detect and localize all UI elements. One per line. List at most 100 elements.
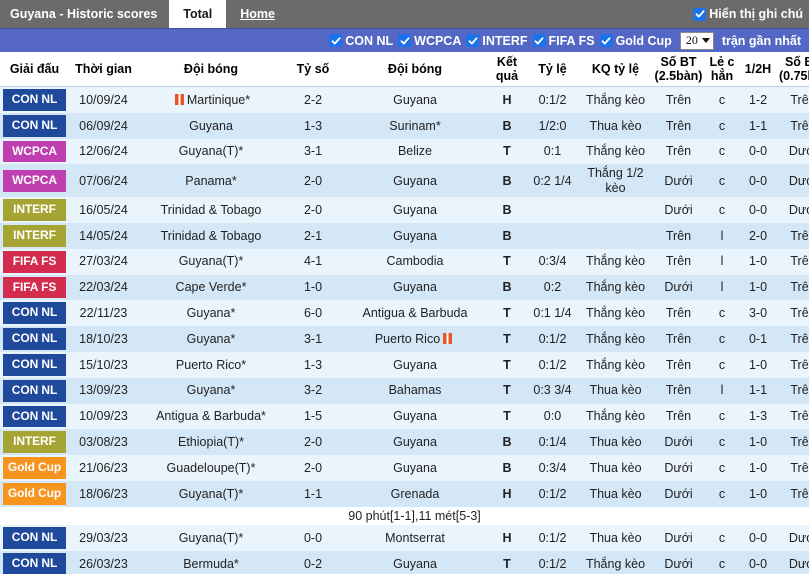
away-team-cell[interactable]: Grenada — [342, 480, 488, 507]
league-cell[interactable]: INTERF — [0, 222, 69, 249]
table-row[interactable]: INTERF 03/08/23 Ethiopia(T)* 2-0 Guyana B 0:1/… — [0, 429, 809, 456]
away-team-cell[interactable]: Cambodia — [342, 248, 488, 275]
filter-wcpca[interactable]: WCPCA — [398, 34, 461, 48]
home-team-cell[interactable]: Guyana(T)* — [138, 248, 284, 275]
away-team-cell[interactable]: Montserrat — [342, 525, 488, 551]
league-cell[interactable]: CON NL — [0, 351, 69, 378]
home-team-cell[interactable]: Guyana* — [138, 377, 284, 404]
column-header-0[interactable]: Giải đấu — [0, 52, 69, 87]
table-row[interactable]: CON NL 06/09/24 Guyana 1-3 Surinam* B 1/2:0 Thu… — [0, 112, 809, 139]
checkbox-checked-icon[interactable] — [532, 34, 546, 47]
away-team-cell[interactable]: Guyana — [342, 550, 488, 574]
league-cell[interactable]: INTERF — [0, 429, 69, 456]
away-team-cell[interactable]: Guyana — [342, 403, 488, 430]
league-cell[interactable]: CON NL — [0, 403, 69, 430]
table-row[interactable]: CON NL 22/11/23 Guyana* 6-0 Antigua & Barbud… — [0, 300, 809, 327]
column-header-2[interactable]: Đội bóng — [138, 52, 284, 87]
tab-total[interactable]: Total — [169, 0, 227, 28]
league-cell[interactable]: CON NL — [0, 86, 69, 113]
away-team-cell[interactable]: Guyana — [342, 429, 488, 456]
column-header-7[interactable]: KQ tỷ lệ — [579, 52, 652, 87]
table-row[interactable]: INTERF 16/05/24 Trinidad & Tobago 2-0 Guyana… — [0, 197, 809, 223]
home-team-cell[interactable]: Guyana* — [138, 300, 284, 327]
away-team-cell[interactable]: Bahamas — [342, 377, 488, 404]
table-row[interactable]: CON NL 10/09/24 Martinique* 2-2 Guyana H 0:1/2… — [0, 86, 809, 113]
away-team-cell[interactable]: Guyana — [342, 197, 488, 223]
home-team-cell[interactable]: Cape Verde* — [138, 274, 284, 301]
home-team-cell[interactable]: Trinidad & Tobago — [138, 197, 284, 223]
league-cell[interactable]: CON NL — [0, 326, 69, 352]
home-team-cell[interactable]: Guyana(T)* — [138, 480, 284, 507]
home-team-cell[interactable]: Ethiopia(T)* — [138, 429, 284, 456]
table-row[interactable]: CON NL 26/03/23 Bermuda* 0-2 Guyana T 0:1/2 Thắ… — [0, 550, 809, 574]
away-team-cell[interactable]: Guyana — [342, 455, 488, 481]
league-cell[interactable]: CON NL — [0, 550, 69, 574]
checkbox-checked-icon[interactable] — [466, 34, 480, 47]
home-team-cell[interactable]: Trinidad & Tobago — [138, 222, 284, 249]
table-row[interactable]: FIFA FS 22/03/24 Cape Verde* 1-0 Guyana B 0:2 T… — [0, 274, 809, 301]
over-under-25-cell: Trên — [652, 351, 705, 378]
table-row[interactable]: Gold Cup 21/06/23 Guadeloupe(T)* 2-0 Guyana B… — [0, 455, 809, 481]
column-header-4[interactable]: Đội bóng — [342, 52, 488, 87]
column-header-8[interactable]: Số BT (2.5bàn) — [652, 52, 705, 87]
home-team-cell[interactable]: Guyana(T)* — [138, 138, 284, 165]
home-team-cell[interactable]: Bermuda* — [138, 550, 284, 574]
away-team-cell[interactable]: Surinam* — [342, 112, 488, 139]
column-header-10[interactable]: 1/2H — [739, 52, 777, 87]
column-header-9[interactable]: Lẻ c hẳn — [705, 52, 739, 87]
league-cell[interactable]: Gold Cup — [0, 455, 69, 481]
filter-interf[interactable]: INTERF — [466, 34, 528, 48]
home-team-cell[interactable]: Guyana* — [138, 326, 284, 352]
league-cell[interactable]: FIFA FS — [0, 248, 69, 275]
table-row[interactable]: CON NL 10/09/23 Antigua & Barbuda* 1-5 Guyan… — [0, 403, 809, 430]
column-header-6[interactable]: Tỷ lệ — [526, 52, 579, 87]
show-notes-toggle[interactable]: Hiển thị ghi chú — [693, 0, 809, 28]
filter-gold-cup[interactable]: Gold Cup — [599, 34, 672, 48]
league-cell[interactable]: WCPCA — [0, 164, 69, 198]
checkbox-checked-icon[interactable] — [398, 34, 412, 47]
away-team-cell[interactable]: Guyana — [342, 274, 488, 301]
table-row[interactable]: INTERF 14/05/24 Trinidad & Tobago 2-1 Guyana… — [0, 222, 809, 249]
tab-home[interactable]: Home — [226, 0, 289, 28]
home-team-cell[interactable]: Puerto Rico* — [138, 351, 284, 378]
table-row[interactable]: CON NL 13/09/23 Guyana* 3-2 Bahamas T 0:3 3/4 T… — [0, 377, 809, 404]
match-count-select[interactable]: 20 — [679, 31, 714, 50]
checkbox-checked-icon[interactable] — [693, 7, 707, 21]
home-team-cell[interactable]: Panama* — [138, 164, 284, 198]
table-row[interactable]: WCPCA 07/06/24 Panama* 2-0 Guyana B 0:2 1/4 Thắ… — [0, 164, 809, 198]
table-row[interactable]: CON NL 29/03/23 Guyana(T)* 0-0 Montserrat H 0:… — [0, 525, 809, 551]
league-cell[interactable]: INTERF — [0, 197, 69, 223]
home-team-cell[interactable]: Guadeloupe(T)* — [138, 455, 284, 481]
filter-con-nl[interactable]: CON NL — [329, 34, 393, 48]
column-header-3[interactable]: Tỷ số — [284, 52, 342, 87]
away-team-cell[interactable]: Antigua & Barbuda — [342, 300, 488, 327]
home-team-cell[interactable]: Guyana(T)* — [138, 525, 284, 551]
table-row[interactable]: FIFA FS 27/03/24 Guyana(T)* 4-1 Cambodia T 0:3… — [0, 248, 809, 275]
table-row[interactable]: CON NL 18/10/23 Guyana* 3-1 Puerto Rico T 0:1/… — [0, 326, 809, 352]
away-team-cell[interactable]: Guyana — [342, 222, 488, 249]
away-team-cell[interactable]: Guyana — [342, 86, 488, 113]
league-cell[interactable]: CON NL — [0, 112, 69, 139]
table-row[interactable]: Gold Cup 18/06/23 Guyana(T)* 1-1 Grenada H 0:1… — [0, 480, 809, 507]
league-cell[interactable]: Gold Cup — [0, 480, 69, 507]
away-team-cell[interactable]: Belize — [342, 138, 488, 165]
column-header-11[interactable]: Số BT (0.75bàn) — [777, 52, 809, 87]
home-team-cell[interactable]: Martinique* — [138, 86, 284, 113]
checkbox-checked-icon[interactable] — [599, 34, 613, 47]
table-row[interactable]: CON NL 15/10/23 Puerto Rico* 1-3 Guyana T 0:1/… — [0, 351, 809, 378]
league-cell[interactable]: CON NL — [0, 300, 69, 327]
league-cell[interactable]: WCPCA — [0, 138, 69, 165]
away-team-cell[interactable]: Puerto Rico — [342, 326, 488, 352]
league-cell[interactable]: FIFA FS — [0, 274, 69, 301]
away-team-cell[interactable]: Guyana — [342, 164, 488, 198]
league-cell[interactable]: CON NL — [0, 525, 69, 551]
home-team-cell[interactable]: Guyana — [138, 112, 284, 139]
checkbox-checked-icon[interactable] — [329, 34, 343, 47]
away-team-cell[interactable]: Guyana — [342, 351, 488, 378]
table-row[interactable]: WCPCA 12/06/24 Guyana(T)* 3-1 Belize T 0:1 Thắn… — [0, 138, 809, 165]
home-team-cell[interactable]: Antigua & Barbuda* — [138, 403, 284, 430]
league-cell[interactable]: CON NL — [0, 377, 69, 404]
column-header-5[interactable]: Kết quả — [488, 52, 526, 87]
filter-fifa-fs[interactable]: FIFA FS — [532, 34, 595, 48]
column-header-1[interactable]: Thời gian — [69, 52, 138, 87]
